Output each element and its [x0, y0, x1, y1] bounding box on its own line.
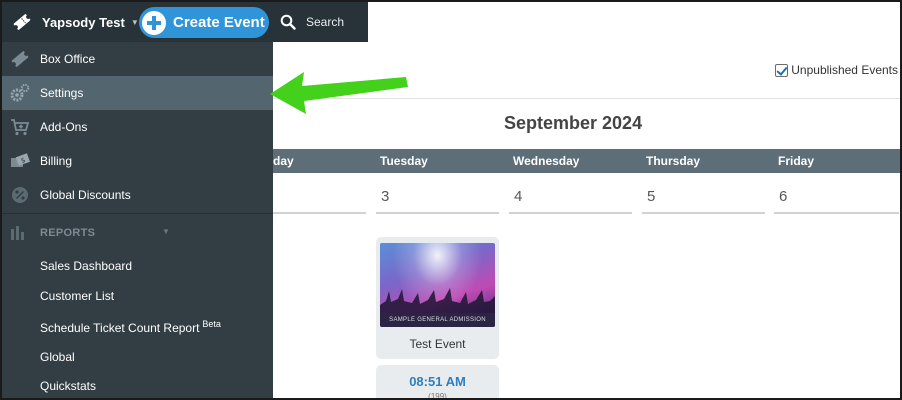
event-title: Test Event: [409, 337, 466, 351]
sidebar-item-quickstats[interactable]: Quickstats: [40, 379, 96, 393]
sidebar-item-global-discounts[interactable]: Global Discounts: [2, 178, 273, 212]
crowd-silhouette: [380, 288, 495, 315]
weekday-header: day Tuesday Wednesday Thursday Friday: [273, 149, 900, 173]
weekday-label-wednesday: Wednesday: [513, 154, 580, 168]
app-window: Yapsody Test ▼ Create Event Search Box O…: [0, 0, 902, 400]
sidebar-item-label: Box Office: [40, 52, 96, 66]
event-thumbnail: SAMPLE GENERAL ADMISSION: [380, 243, 495, 327]
month-title: September 2024: [504, 113, 643, 133]
sidebar-item-sales-dashboard[interactable]: Sales Dashboard: [40, 259, 132, 273]
discount-icon: [12, 187, 28, 203]
account-menu[interactable]: Yapsody Test ▼: [12, 2, 139, 42]
sidebar-item-add-ons[interactable]: Add-Ons: [2, 110, 273, 144]
search-icon: [280, 14, 296, 30]
weekday-label-thursday: Thursday: [646, 154, 701, 168]
sidebar-item-box-office[interactable]: Box Office: [2, 42, 273, 76]
reports-label: REPORTS: [40, 227, 96, 239]
annotation-arrow: [270, 72, 408, 114]
sidebar-item-schedule-ticket-count-report[interactable]: Schedule Ticket Count Report Beta: [40, 319, 221, 335]
billing-icon: $: [11, 153, 30, 167]
day-number[interactable]: 5: [642, 182, 765, 214]
chevron-down-icon: ▼: [130, 17, 139, 27]
account-name: Yapsody Test: [42, 14, 125, 30]
ticket-icon: [13, 14, 31, 30]
sidebar-item-label: Quickstats: [40, 379, 97, 393]
chevron-down-icon: ▼: [162, 227, 170, 236]
sidebar-divider: [2, 213, 273, 214]
sidebar-item-label: Sales Dashboard: [40, 259, 133, 273]
weekday-label-partial: day: [273, 154, 294, 168]
sidebar-menu: Box Office Settings Add-Ons $ Billing Gl…: [2, 42, 273, 398]
sidebar-item-label: Settings: [40, 86, 84, 100]
event-image-caption: SAMPLE GENERAL ADMISSION: [380, 313, 495, 327]
bar-chart-icon: [11, 226, 24, 240]
sidebar-item-billing[interactable]: $ Billing: [2, 144, 273, 178]
sidebar-item-label: Customer List: [40, 289, 115, 303]
sidebar-item-global[interactable]: Global: [40, 350, 75, 364]
sidebar-item-label: Global Discounts: [40, 188, 131, 202]
day-number[interactable]: 4: [509, 182, 632, 214]
sidebar-item-label: Global: [40, 350, 75, 364]
create-event-button[interactable]: Create Event: [139, 7, 269, 38]
unpublished-events-label: Unpublished Events: [791, 63, 898, 77]
gears-icon: [10, 83, 30, 102]
sidebar-item-settings[interactable]: Settings: [2, 76, 273, 110]
ticket-count: (199): [428, 392, 447, 400]
event-card[interactable]: SAMPLE GENERAL ADMISSION Test Event: [376, 237, 499, 359]
unpublished-events-toggle[interactable]: Unpublished Events: [775, 63, 898, 77]
sidebar-item-label: Schedule Ticket Count Report: [40, 321, 200, 335]
plus-circle-icon: [142, 10, 166, 35]
create-event-label: Create Event: [173, 14, 265, 31]
reports-section-toggle[interactable]: REPORTS ▼: [2, 220, 273, 246]
event-time-slot[interactable]: 08:51 AM (199): [376, 365, 499, 400]
sidebar-item-label: Billing: [40, 154, 73, 168]
search-label: Search: [306, 15, 345, 29]
day-number[interactable]: 3: [376, 182, 499, 214]
top-bar: Yapsody Test ▼ Create Event Search: [2, 2, 900, 42]
weekday-label-friday: Friday: [778, 154, 815, 168]
sidebar-item-customer-list[interactable]: Customer List: [40, 289, 114, 303]
unpublished-events-checkbox[interactable]: [775, 63, 789, 77]
event-time: 08:51 AM: [409, 374, 466, 389]
day-number[interactable]: 6: [774, 182, 899, 214]
day-cell-partial[interactable]: [273, 182, 366, 214]
beta-badge: Beta: [202, 319, 221, 329]
weekday-label-tuesday: Tuesday: [380, 154, 428, 168]
sidebar-item-label: Add-Ons: [40, 120, 88, 134]
cart-plus-icon: [11, 119, 30, 136]
ticket-icon: [11, 51, 29, 67]
search-button[interactable]: Search: [280, 2, 344, 42]
